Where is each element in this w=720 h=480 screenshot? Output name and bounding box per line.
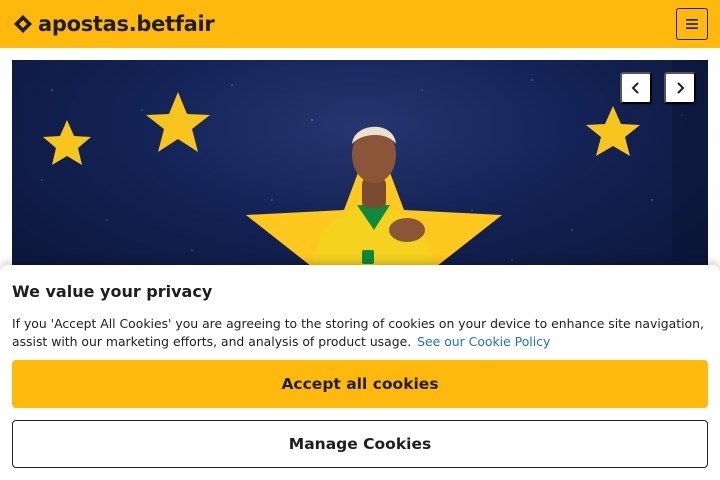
cookie-banner-body: If you 'Accept All Cookies' you are agre… [12,316,704,349]
promo-carousel[interactable] [12,60,708,280]
logo-text: apostas.betfair [38,12,215,36]
cookie-banner-text: If you 'Accept All Cookies' you are agre… [12,315,708,351]
cookie-policy-link[interactable]: See our Cookie Policy [417,334,550,349]
cookie-banner-title: We value your privacy [12,282,213,301]
cookie-consent-banner: We value your privacy If you 'Accept All… [0,265,720,480]
accept-all-cookies-button[interactable]: Accept all cookies [12,360,708,408]
menu-button[interactable] [676,8,708,40]
manage-cookies-button[interactable]: Manage Cookies [12,420,708,468]
hamburger-menu-icon [686,19,698,29]
carousel-next-button[interactable] [664,72,696,104]
chevron-left-icon [631,82,639,94]
footballer-promo-image [41,60,708,280]
betfair-logo-icon [14,15,32,33]
chevron-right-icon [677,82,685,94]
carousel-prev-button[interactable] [620,72,652,104]
top-header: apostas.betfair [0,0,720,48]
brand-logo[interactable]: apostas.betfair [12,12,215,36]
